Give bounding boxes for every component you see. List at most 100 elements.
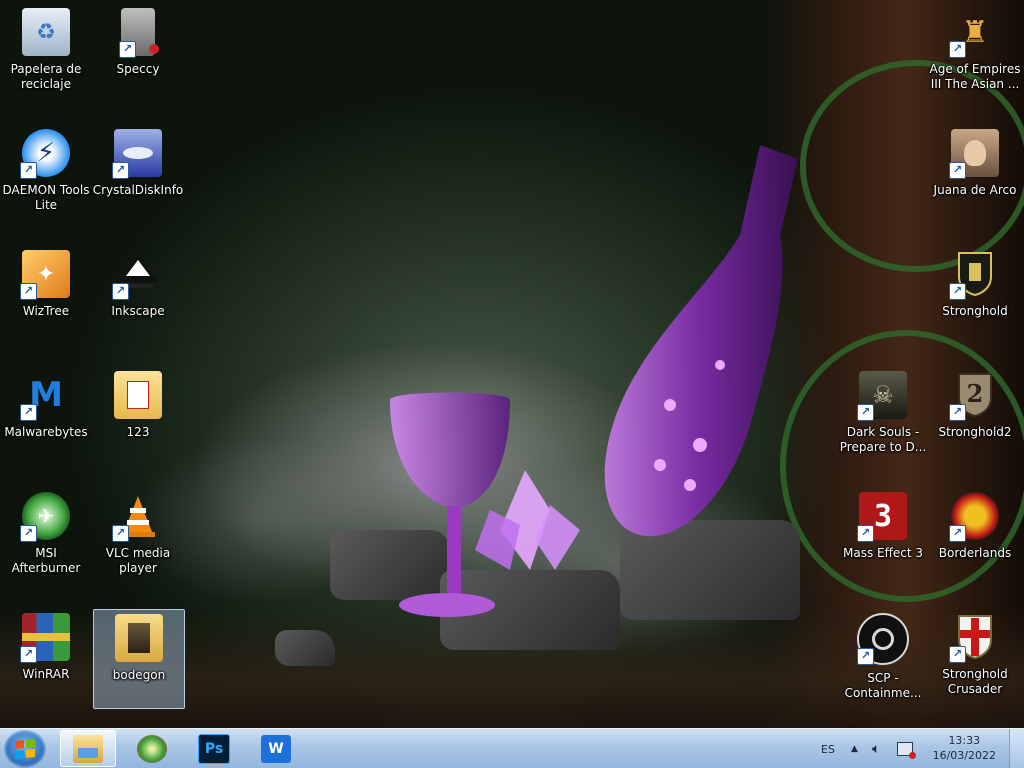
shortcut-arrow-icon: ↗ bbox=[949, 646, 966, 663]
malwarebytes-m-icon: M ↗ bbox=[20, 371, 70, 421]
lightning-disc-icon: ⚡ ↗ bbox=[20, 129, 70, 179]
winrar-books-icon: ↗ bbox=[20, 613, 70, 663]
castle-shield-icon: ↗ bbox=[949, 250, 999, 300]
desktop-icon-stronghold[interactable]: ↗ Stronghold bbox=[929, 246, 1021, 346]
desktop-icon-label: Papelera de reciclaje bbox=[10, 62, 82, 91]
desktop-icon-label: 123 bbox=[126, 425, 150, 439]
taskbar-photoshop[interactable]: Ps bbox=[186, 730, 242, 767]
shortcut-arrow-icon: ↗ bbox=[949, 404, 966, 421]
wps-office-icon: W bbox=[261, 734, 291, 763]
desktop-icon-label: Stronghold bbox=[942, 304, 1008, 318]
desktop-icon-winrar[interactable]: ↗ WinRAR bbox=[0, 609, 92, 709]
volume-icon[interactable]: 🔈︎ bbox=[872, 729, 880, 768]
shortcut-arrow-icon: ↗ bbox=[949, 525, 966, 542]
desktop-icon-inkscape[interactable]: ↗ Inkscape bbox=[92, 246, 184, 346]
desktop-icon-recycle-bin[interactable]: ♻ Papelera de reciclaje bbox=[0, 4, 92, 104]
desktop-icon-msi-afterburner[interactable]: ✈ ↗ MSI Afterburner bbox=[0, 488, 92, 588]
shortcut-arrow-icon: ↗ bbox=[949, 162, 966, 179]
shortcut-arrow-icon: ↗ bbox=[20, 283, 37, 300]
desktop-icon-label: Malwarebytes bbox=[4, 425, 88, 439]
desktop[interactable]: ♻ Papelera de reciclaje ⚡ ↗ DAEMON Tools … bbox=[0, 0, 1024, 728]
shortcut-arrow-icon: ↗ bbox=[20, 646, 37, 663]
desktop-icon-juana-de-arco[interactable]: ↗ Juana de Arco bbox=[929, 125, 1021, 225]
shortcut-arrow-icon: ↗ bbox=[112, 162, 129, 179]
desktop-icon-label: SCP - Containme... bbox=[844, 671, 922, 700]
shortcut-arrow-icon: ↗ bbox=[112, 525, 129, 542]
shortcut-arrow-icon: ↗ bbox=[119, 41, 136, 58]
photoshop-icon: Ps bbox=[198, 733, 230, 764]
clock-date: 16/03/2022 bbox=[932, 749, 996, 762]
desktop-icon-daemon-tools[interactable]: ⚡ ↗ DAEMON Tools Lite bbox=[0, 125, 92, 225]
desktop-icon-borderlands[interactable]: ↗ Borderlands bbox=[929, 488, 1021, 588]
svg-text:2: 2 bbox=[967, 379, 984, 408]
borderlands-badge-icon: ↗ bbox=[949, 492, 999, 542]
shortcut-arrow-icon: ↗ bbox=[857, 404, 874, 421]
desktop-icon-label: Age of Empires III The Asian ... bbox=[929, 62, 1021, 91]
shortcut-arrow-icon: ↗ bbox=[20, 404, 37, 421]
clock-time: 13:33 bbox=[948, 734, 981, 747]
desktop-icon-label: Inkscape bbox=[111, 304, 165, 318]
desktop-icon-label: DAEMON Tools Lite bbox=[2, 183, 90, 212]
desktop-icon-dark-souls[interactable]: ☠ ↗ Dark Souls - Prepare to D... bbox=[837, 367, 929, 467]
desktop-icon-label: bodegon bbox=[112, 668, 166, 682]
desktop-icon-label: Stronghold Crusader bbox=[942, 667, 1008, 696]
folder-icon bbox=[115, 614, 163, 662]
shortcut-arrow-icon: ↗ bbox=[112, 283, 129, 300]
crusader-shield-icon: ↗ bbox=[949, 613, 999, 663]
taskbar-file-explorer[interactable] bbox=[60, 730, 116, 767]
desktop-icon-speccy[interactable]: ↗ Speccy bbox=[92, 4, 184, 104]
shortcut-arrow-icon: ↗ bbox=[857, 525, 874, 542]
desktop-icon-vlc[interactable]: ↗ VLC media player bbox=[92, 488, 184, 588]
wallpaper-crystal bbox=[475, 470, 580, 570]
shortcut-arrow-icon: ↗ bbox=[20, 525, 37, 542]
desktop-icon-mass-effect-3[interactable]: 3 ↗ Mass Effect 3 bbox=[837, 488, 929, 588]
knight-portrait-icon: ↗ bbox=[949, 129, 999, 179]
desktop-icon-label: Dark Souls - Prepare to D... bbox=[839, 425, 927, 454]
mass-effect-3-icon: 3 ↗ bbox=[857, 492, 907, 542]
desktop-icon-wiztree[interactable]: ✦ ↗ WizTree bbox=[0, 246, 92, 346]
taskbar: Ps W ES ▲ 🔈︎ 13:33 16/03/2022 bbox=[0, 728, 1024, 768]
language-label: ES bbox=[821, 742, 835, 756]
network-icon[interactable] bbox=[897, 729, 916, 768]
desktop-icon-label: Borderlands bbox=[938, 546, 1012, 560]
desktop-icon-stronghold-crusader[interactable]: ↗ Stronghold Crusader bbox=[929, 609, 1021, 709]
taskbar-wps-office[interactable]: W bbox=[248, 730, 304, 767]
shortcut-arrow-icon: ↗ bbox=[949, 283, 966, 300]
samurai-helmet-icon: ♜ ↗ bbox=[949, 8, 999, 58]
desktop-icon-crystaldiskinfo[interactable]: ↗ CrystalDiskInfo bbox=[92, 125, 184, 225]
show-hidden-icons-chevron-icon[interactable]: ▲ bbox=[851, 729, 858, 768]
desktop-icon-label: Juana de Arco bbox=[933, 183, 1017, 197]
desktop-icon-label: MSI Afterburner bbox=[11, 546, 81, 575]
system-clock[interactable]: 13:33 16/03/2022 bbox=[933, 733, 996, 763]
dark-souls-icon: ☠ ↗ bbox=[857, 371, 907, 421]
scp-logo-icon: ↗ bbox=[857, 613, 909, 665]
desktop-icon-age-of-empires-3[interactable]: ♜ ↗ Age of Empires III The Asian ... bbox=[929, 4, 1021, 104]
file-explorer-icon bbox=[73, 734, 103, 763]
shield-2-icon: 2 ↗ bbox=[949, 371, 999, 421]
desktop-icon-label: Stronghold2 bbox=[938, 425, 1012, 439]
hard-disk-icon: ↗ bbox=[112, 129, 162, 179]
desktop-icon-folder-123[interactable]: 123 bbox=[92, 367, 184, 467]
desktop-icon-stronghold2[interactable]: 2 ↗ Stronghold2 bbox=[929, 367, 1021, 467]
show-desktop-button[interactable] bbox=[1009, 729, 1024, 768]
folder-pdf-icon bbox=[114, 371, 162, 419]
desktop-icon-bodegon[interactable]: bodegon bbox=[93, 609, 185, 709]
traffic-cone-icon: ↗ bbox=[112, 492, 162, 542]
windows-logo-icon bbox=[15, 738, 35, 760]
taskbar-green-tool[interactable] bbox=[124, 730, 180, 767]
green-tool-icon bbox=[137, 734, 167, 763]
start-button[interactable] bbox=[4, 730, 46, 768]
desktop-icon-label: VLC media player bbox=[105, 546, 171, 575]
wallpaper-bottle bbox=[604, 145, 798, 537]
recycle-bin-icon: ♻ bbox=[22, 8, 70, 56]
desktop-icon-label: Speccy bbox=[116, 62, 160, 76]
shortcut-arrow-icon: ↗ bbox=[949, 41, 966, 58]
desktop-icon-label: CrystalDiskInfo bbox=[92, 183, 184, 197]
shortcut-arrow-icon: ↗ bbox=[20, 162, 37, 179]
language-indicator[interactable]: ES bbox=[821, 729, 835, 768]
desktop-icon-scp[interactable]: ↗ SCP - Containme... bbox=[837, 609, 929, 709]
shortcut-arrow-icon: ↗ bbox=[857, 648, 874, 665]
afterburner-icon: ✈ ↗ bbox=[20, 492, 70, 542]
desktop-icon-malwarebytes[interactable]: M ↗ Malwarebytes bbox=[0, 367, 92, 467]
computer-tower-icon: ↗ bbox=[119, 8, 159, 58]
